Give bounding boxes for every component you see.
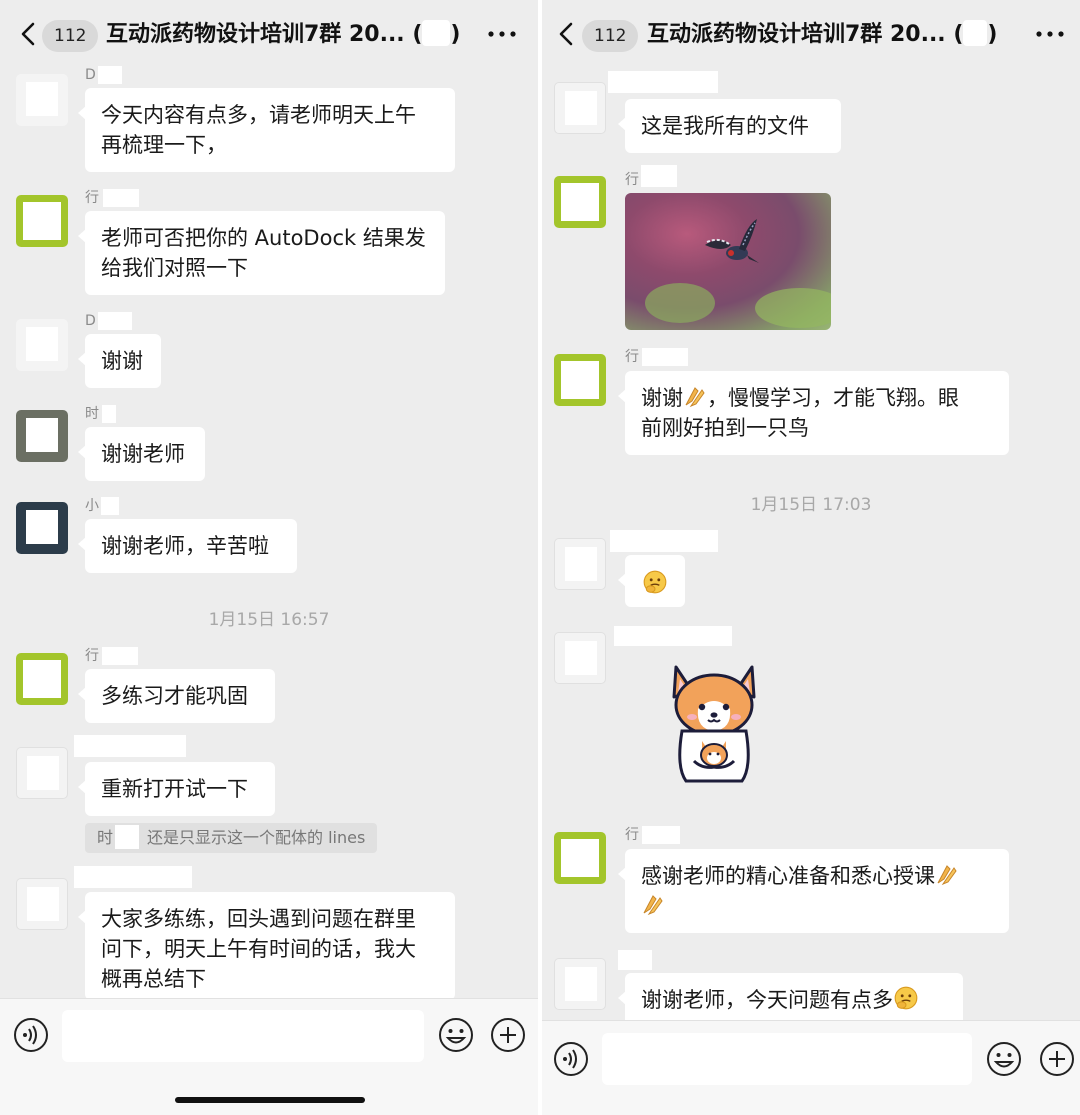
avatar[interactable] <box>554 82 606 134</box>
message-bubble[interactable]: 今天内容有点多，请老师明天上午 再梳理一下， <box>78 88 455 172</box>
thinking-face-icon <box>893 985 919 1011</box>
message-text: 重新打开试一下 <box>101 777 248 801</box>
thinking-face-icon <box>642 569 668 595</box>
praying-hands-icon <box>641 893 665 917</box>
timestamp: 1月15日 16:57 <box>208 610 330 630</box>
avatar[interactable] <box>16 502 68 554</box>
message-text: 谢谢 ，慢慢学习，才能飞翔。眼 <box>641 385 959 410</box>
emoji-icon[interactable] <box>438 1017 474 1053</box>
input-bar <box>542 1020 1080 1115</box>
input-bar <box>0 998 538 1115</box>
sender-name <box>618 950 652 970</box>
more-icon[interactable] <box>1036 31 1064 37</box>
praying-hands-icon <box>935 863 959 887</box>
message-text: 谢谢 <box>101 349 143 373</box>
sender-name: 行 <box>625 827 639 843</box>
chat-title[interactable]: 互动派药物设计培训7群 20... () <box>647 20 997 49</box>
message-bubble[interactable]: 谢谢老师，辛苦啦 <box>78 519 297 573</box>
sender-name <box>74 866 192 888</box>
chat-header: 112 互动派药物设计培训7群 20... () <box>0 0 538 68</box>
plus-icon[interactable] <box>490 1017 526 1053</box>
message-bubble[interactable]: 谢谢老师 <box>78 427 205 481</box>
avatar[interactable] <box>16 410 68 462</box>
message-bubble[interactable]: 谢谢 <box>78 334 161 388</box>
message-bubble[interactable]: 大家多练练，回头遇到问题在群里 问下，明天上午有时间的话，我大 概再总结下 <box>78 892 455 1000</box>
sender-name <box>74 735 186 757</box>
sender-name <box>608 71 718 93</box>
avatar[interactable] <box>554 176 606 228</box>
message-text: 前刚好拍到一只鸟 <box>641 416 809 440</box>
message-bubble[interactable]: 多练习才能巩固 <box>78 669 275 723</box>
avatar[interactable] <box>554 354 606 406</box>
message-text: 概再总结下 <box>101 967 206 991</box>
bird-photo[interactable] <box>625 193 831 330</box>
chat-pane-right: 112 互动派药物设计培训7群 20... () 这是我所有的文件 行 行 谢谢… <box>542 0 1080 1115</box>
message-bubble[interactable]: 感谢老师的精心准备和悉心授课 <box>618 849 1009 933</box>
message-bubble[interactable]: 这是我所有的文件 <box>618 99 841 153</box>
message-text: 这是我所有的文件 <box>641 114 809 138</box>
sender-name <box>610 530 718 552</box>
sender-name: 小 <box>85 498 99 514</box>
back-icon[interactable] <box>18 22 40 46</box>
message-text: 谢谢老师 <box>101 442 185 466</box>
sender-name: D <box>85 67 96 83</box>
voice-icon[interactable] <box>13 1017 49 1053</box>
sender-name <box>614 626 732 646</box>
message-text: 多练习才能巩固 <box>101 684 248 708</box>
message-bubble[interactable]: 谢谢老师，今天问题有点多 <box>618 973 963 1027</box>
message-text: 大家多练练，回头遇到问题在群里 <box>101 907 416 931</box>
timestamp: 1月15日 17:03 <box>750 495 872 515</box>
avatar[interactable] <box>16 878 68 930</box>
home-indicator[interactable] <box>175 1097 365 1103</box>
avatar[interactable] <box>554 958 606 1010</box>
chat-pane-left: 112 互动派药物设计培训7群 20... () D 今天内容有点多，请老师明天… <box>0 0 538 1115</box>
chat-title[interactable]: 互动派药物设计培训7群 20... () <box>106 20 460 49</box>
avatar[interactable] <box>554 632 606 684</box>
message-text: 给我们对照一下 <box>101 256 248 280</box>
message-input[interactable] <box>602 1033 972 1085</box>
message-bubble[interactable]: 老师可否把你的 AutoDock 结果发 给我们对照一下 <box>78 211 445 295</box>
avatar[interactable] <box>554 832 606 884</box>
chat-header: 112 互动派药物设计培训7群 20... () <box>542 0 1080 68</box>
message-text: 谢谢老师，辛苦啦 <box>101 534 269 558</box>
unread-count-badge[interactable]: 112 <box>42 20 99 52</box>
plus-icon[interactable] <box>1039 1041 1075 1077</box>
message-input[interactable] <box>62 1010 424 1062</box>
corgi-sticker[interactable] <box>662 657 766 789</box>
message-bubble[interactable]: 重新打开试一下 <box>78 762 275 816</box>
quoted-message[interactable]: 时还是只显示这一个配体的 lines <box>85 823 378 853</box>
more-icon[interactable] <box>488 31 516 37</box>
avatar[interactable] <box>16 195 68 247</box>
back-icon[interactable] <box>556 22 578 46</box>
unread-count-badge[interactable]: 112 <box>582 20 639 52</box>
message-text: 老师可否把你的 AutoDock 结果发 <box>101 226 426 250</box>
avatar[interactable] <box>16 653 68 705</box>
avatar[interactable] <box>16 319 68 371</box>
message-bubble[interactable]: 谢谢 ，慢慢学习，才能飞翔。眼 前刚好拍到一只鸟 <box>618 371 1009 455</box>
emoji-icon[interactable] <box>986 1041 1022 1077</box>
message-bubble[interactable] <box>618 555 685 607</box>
message-text: 再梳理一下， <box>101 133 227 157</box>
sender-name: 行 <box>85 648 99 664</box>
avatar[interactable] <box>16 747 68 799</box>
avatar[interactable] <box>554 538 606 590</box>
message-text: 感谢老师的精心准备和悉心授课 <box>641 861 993 891</box>
sender-name: 行 <box>85 190 99 206</box>
sender-name: 行 <box>625 172 639 188</box>
message-text: 谢谢老师，今天问题有点多 <box>641 985 947 1015</box>
message-text: 问下，明天上午有时间的话，我大 <box>101 937 416 961</box>
avatar[interactable] <box>16 74 68 126</box>
sender-name: 行 <box>625 349 639 365</box>
bird-icon <box>705 219 759 263</box>
sender-name: D <box>85 313 96 329</box>
sender-name: 时 <box>85 406 99 422</box>
voice-icon[interactable] <box>553 1041 589 1077</box>
praying-hands-icon <box>683 385 707 409</box>
message-text: 今天内容有点多，请老师明天上午 <box>101 103 416 127</box>
